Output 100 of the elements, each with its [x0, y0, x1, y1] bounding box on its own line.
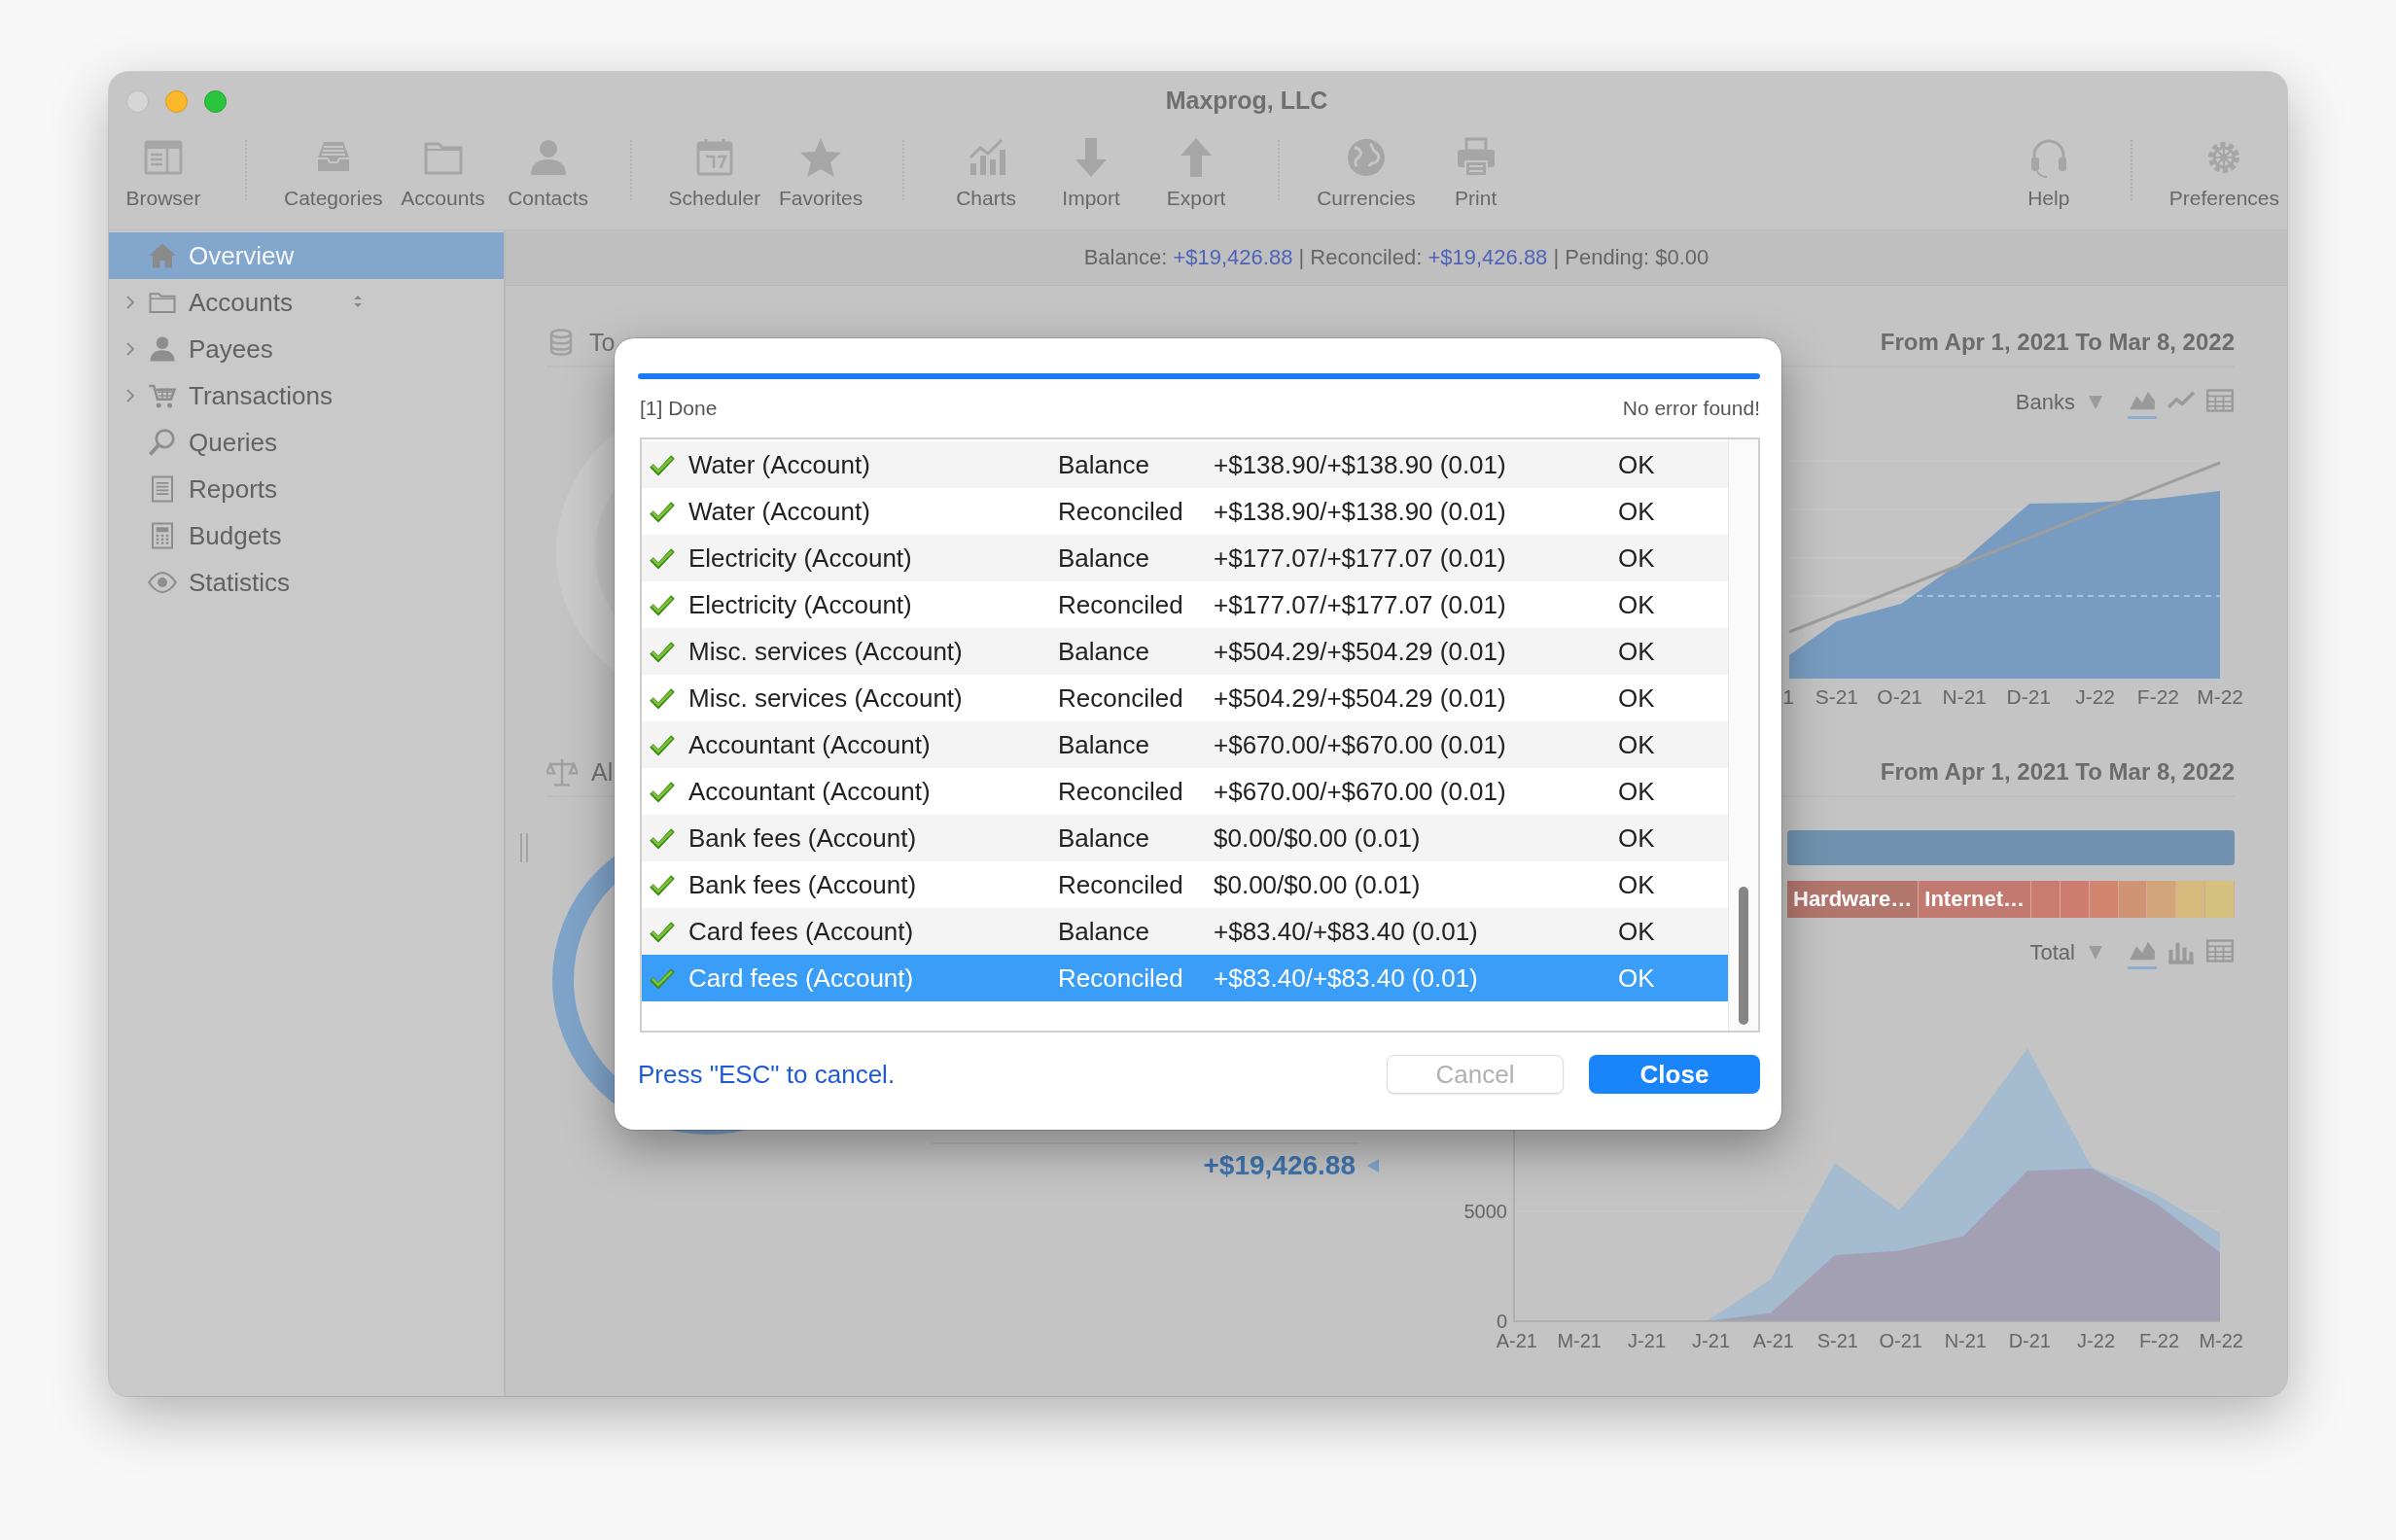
toolbar-button[interactable]: Categories [276, 128, 391, 210]
sidebar-item[interactable]: Budgets [109, 512, 504, 559]
account-name: Misc. services (Account) [688, 682, 964, 714]
amount-comparison: +$177.07/+$177.07 (0.01) [1214, 589, 1507, 620]
axis-label: O-21 [1879, 1330, 1922, 1351]
toolbar-button[interactable]: Preferences [2161, 128, 2287, 210]
check-type: Balance [1058, 822, 1150, 854]
toolbar-button[interactable]: Browser [111, 128, 216, 210]
toolbar-button[interactable]: Scheduler [660, 128, 769, 210]
close-button[interactable]: Close [1589, 1055, 1760, 1094]
toolbar-button[interactable]: Charts [934, 128, 1039, 210]
status-text: OK [1618, 729, 1656, 760]
amount-comparison: +$670.00/+$670.00 (0.01) [1214, 729, 1507, 760]
result-row[interactable]: Misc. services (Account) Reconciled +$504.29/+$504.29 (0.01) OK [642, 675, 1728, 721]
check-type: Reconciled [1058, 589, 1184, 620]
account-name: Accountant (Account) [688, 776, 932, 807]
axis-label: 1 [1782, 685, 1794, 708]
result-row[interactable]: Water (Account) Reconciled +$138.90/+$138.90 (0.01) OK [642, 488, 1728, 535]
result-row[interactable]: Electricity (Account) Reconciled +$177.07/+$177.07 (0.01) OK [642, 581, 1728, 628]
result-row[interactable]: Bank fees (Account) Balance $0.00/$0.00 (0.01) OK [642, 815, 1728, 861]
status-text: OK [1618, 682, 1656, 714]
amount-comparison: +$138.90/+$138.90 (0.01) [1214, 449, 1507, 480]
amount-comparison: $0.00/$0.00 (0.01) [1214, 869, 1422, 900]
cancel-hint-link[interactable]: Press "ESC" to cancel. [638, 1059, 896, 1090]
close-button[interactable] [126, 90, 149, 113]
axis-tick-label: 5000 [1463, 1200, 1507, 1222]
result-message: No error found! [1622, 397, 1760, 420]
status-text: OK [1618, 542, 1656, 574]
axis-label: M-22 [2199, 1330, 2243, 1351]
check-type: Balance [1058, 636, 1150, 667]
result-row[interactable]: Misc. services (Account) Balance +$504.29/+$504.29 (0.01) OK [642, 628, 1728, 675]
date-range: From Apr 1, 2021 To Mar 8, 2022 [1880, 758, 2235, 786]
axis-label: J-22 [2077, 1330, 2115, 1351]
status-text: OK [1618, 822, 1656, 854]
toolbar-button[interactable]: Export [1144, 128, 1250, 210]
amount-comparison: $0.00/$0.00 (0.01) [1214, 822, 1422, 854]
sidebar-item[interactable]: Accounts [109, 279, 504, 326]
scrollbar-thumb[interactable] [1739, 887, 1748, 1025]
check-type: Reconciled [1058, 962, 1184, 994]
minimize-button[interactable] [165, 90, 188, 113]
window-title: Maxprog, LLC [1165, 86, 1328, 115]
result-row[interactable]: Bank fees (Account) Reconciled $0.00/$0.00 (0.01) OK [642, 861, 1728, 908]
result-row[interactable]: Electricity (Account) Balance +$177.07/+$177.07 (0.01) OK [642, 535, 1728, 581]
progress-status: [1] Done [640, 397, 718, 420]
splitter-handle[interactable] [519, 833, 529, 862]
status-text: OK [1618, 589, 1656, 620]
status-text: OK [1618, 916, 1656, 947]
filter-dropdown[interactable]: Banks [2015, 390, 2102, 415]
check-type: Reconciled [1058, 776, 1184, 807]
magnifier-icon [148, 428, 177, 457]
toolbar-button[interactable]: Print [1423, 128, 1529, 210]
status-text: OK [1618, 496, 1656, 527]
result-row[interactable]: Water (Account) Balance +$138.90/+$138.90 (0.01) OK [642, 441, 1728, 488]
up-down-icon[interactable] [352, 293, 364, 310]
toolbar-button[interactable]: Help [1995, 128, 2101, 210]
total-amount: +$19,426.88 [1203, 1150, 1356, 1181]
check-type: Balance [1058, 729, 1150, 760]
amount-comparison: +$177.07/+$177.07 (0.01) [1214, 542, 1507, 574]
sidebar-item[interactable]: Payees [109, 326, 504, 372]
axis-label: F-22 [2136, 685, 2179, 708]
panel-title: To [589, 328, 616, 357]
caret-icon [2089, 396, 2102, 409]
check-type: Reconciled [1058, 496, 1184, 527]
scrollbar[interactable] [1728, 439, 1758, 1031]
status-text: OK [1618, 636, 1656, 667]
result-row[interactable]: Accountant (Account) Reconciled +$670.00/+$670.00 (0.01) OK [642, 768, 1728, 815]
toolbar-button[interactable]: Import [1039, 128, 1145, 210]
axis-label: J-22 [2075, 685, 2115, 708]
toolbar-button[interactable]: Contacts [495, 128, 601, 210]
sidebar-item[interactable]: Transactions [109, 372, 504, 419]
sidebar-item[interactable]: Reports [109, 466, 504, 512]
check-type: Reconciled [1058, 869, 1184, 900]
sidebar-item[interactable]: Queries [109, 419, 504, 466]
status-text: OK [1618, 962, 1656, 994]
result-row[interactable]: Accountant (Account) Balance +$670.00/+$670.00 (0.01) OK [642, 721, 1728, 768]
zoom-button[interactable] [204, 90, 227, 113]
axis-label: J-21 [1692, 1330, 1730, 1351]
filter-dropdown[interactable]: Total [2029, 940, 2102, 965]
axis-label: A-21 [1496, 1330, 1537, 1351]
status-text: OK [1618, 869, 1656, 900]
result-row[interactable]: Card fees (Account) Balance +$83.40/+$83.40 (0.01) OK [642, 908, 1728, 955]
toolbar-button[interactable]: Currencies [1309, 128, 1424, 210]
axis-label: N-21 [1944, 1330, 1987, 1351]
axis-label: D-21 [2008, 1330, 2051, 1351]
amount-comparison: +$670.00/+$670.00 (0.01) [1214, 776, 1507, 807]
house-icon [148, 241, 177, 270]
toolbar-button[interactable]: Favorites [768, 128, 874, 210]
account-name: Bank fees (Account) [688, 869, 918, 900]
sidebar-item[interactable]: Overview [109, 232, 504, 279]
toolbar-button[interactable]: Accounts [390, 128, 496, 210]
result-row[interactable]: Card fees (Account) Reconciled +$83.40/+$83.40 (0.01) OK [642, 955, 1728, 1001]
check-type: Balance [1058, 916, 1150, 947]
account-name: Card fees (Account) [688, 916, 915, 947]
account-name: Bank fees (Account) [688, 822, 918, 854]
account-name: Accountant (Account) [688, 729, 932, 760]
bar-segment: Hardware… [1787, 881, 1920, 918]
axis-label: S-21 [1816, 1330, 1858, 1351]
sidebar-item[interactable]: Statistics [109, 559, 504, 606]
axis-label: D-21 [2006, 685, 2051, 708]
account-name: Electricity (Account) [688, 542, 913, 574]
